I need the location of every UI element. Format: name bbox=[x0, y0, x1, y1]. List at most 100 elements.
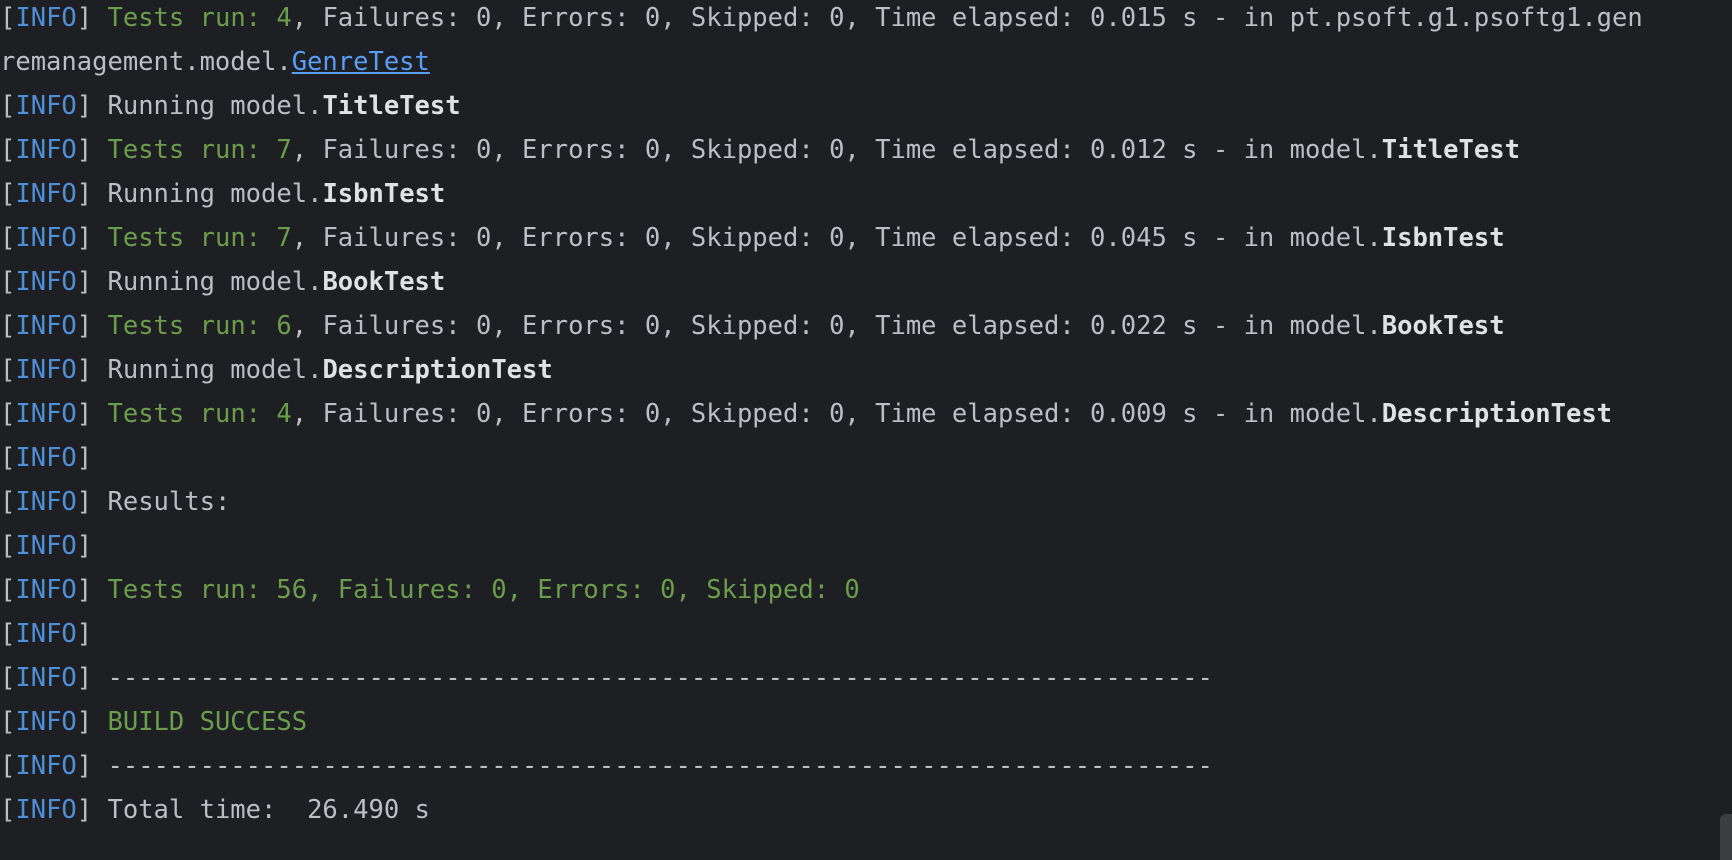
info-tag: INFO bbox=[15, 795, 77, 825]
test-stats: , Failures: 0, Errors: 0, Skipped: 0, Ti… bbox=[291, 3, 1643, 33]
tag-open: [ bbox=[0, 179, 16, 209]
test-stats: , Failures: 0, Errors: 0, Skipped: 0, Ti… bbox=[291, 399, 1382, 429]
tag-open: [ bbox=[0, 135, 16, 165]
scrollbar-thumb[interactable] bbox=[1720, 814, 1732, 860]
tag-close: ] bbox=[76, 355, 93, 385]
tag-close: ] bbox=[76, 663, 93, 693]
info-tag: INFO bbox=[15, 223, 77, 253]
package-prefix: remanagement.model. bbox=[0, 47, 292, 77]
log-line: [INFO] Tests run: 6, Failures: 0, Errors… bbox=[0, 308, 1732, 352]
tag-close: ] bbox=[76, 399, 93, 429]
tests-run-count: Tests run: 4 bbox=[107, 399, 292, 429]
log-line: [INFO] Tests run: 56, Failures: 0, Error… bbox=[0, 572, 1732, 616]
running-prefix: Running model. bbox=[92, 355, 323, 385]
log-line: [INFO] BUILD SUCCESS bbox=[0, 704, 1732, 748]
tag-close: ] bbox=[76, 443, 93, 473]
tag-open: [ bbox=[0, 267, 16, 297]
tag-close: ] bbox=[76, 267, 93, 297]
info-tag: INFO bbox=[15, 91, 77, 121]
log-line: [INFO] Running model.DescriptionTest bbox=[0, 352, 1732, 396]
test-class-name: TitleTest bbox=[322, 91, 461, 121]
test-class-name: DescriptionTest bbox=[1381, 399, 1613, 429]
tag-close: ] bbox=[76, 487, 93, 517]
tag-close: ] bbox=[76, 575, 93, 605]
info-tag: INFO bbox=[15, 267, 77, 297]
tag-close: ] bbox=[76, 795, 93, 825]
tag-open: [ bbox=[0, 311, 16, 341]
tag-open: [ bbox=[0, 531, 16, 561]
tag-close: ] bbox=[76, 751, 93, 781]
tests-summary: Tests run: 56, Failures: 0, Errors: 0, S… bbox=[92, 575, 860, 605]
test-class-name: TitleTest bbox=[1381, 135, 1520, 165]
tag-open: [ bbox=[0, 3, 16, 33]
log-line: [INFO] Tests run: 7, Failures: 0, Errors… bbox=[0, 132, 1732, 176]
info-tag: INFO bbox=[15, 575, 77, 605]
test-stats: , Failures: 0, Errors: 0, Skipped: 0, Ti… bbox=[291, 135, 1382, 165]
running-prefix: Running model. bbox=[92, 267, 323, 297]
test-class-name: DescriptionTest bbox=[322, 355, 553, 385]
info-tag: INFO bbox=[15, 619, 77, 649]
tag-open: [ bbox=[0, 487, 16, 517]
log-line: [INFO] ---------------------------------… bbox=[0, 660, 1732, 704]
console-output[interactable]: [INFO] Tests run: 4, Failures: 0, Errors… bbox=[0, 0, 1732, 860]
info-tag: INFO bbox=[15, 399, 77, 429]
info-tag: INFO bbox=[15, 487, 77, 517]
running-prefix: Running model. bbox=[92, 91, 323, 121]
info-tag: INFO bbox=[15, 443, 77, 473]
tag-open: [ bbox=[0, 795, 16, 825]
tag-open: [ bbox=[0, 663, 16, 693]
tag-close: ] bbox=[76, 531, 93, 561]
tag-open: [ bbox=[0, 355, 16, 385]
info-tag: INFO bbox=[15, 179, 77, 209]
test-class-name: IsbnTest bbox=[1381, 223, 1505, 253]
log-line: [INFO] Tests run: 4, Failures: 0, Errors… bbox=[0, 0, 1732, 44]
log-line: [INFO] Total time: 26.490 s bbox=[0, 792, 1732, 836]
tag-close: ] bbox=[76, 3, 93, 33]
info-tag: INFO bbox=[15, 135, 77, 165]
tag-close: ] bbox=[76, 91, 93, 121]
build-status: BUILD SUCCESS bbox=[92, 707, 308, 737]
log-line: [INFO] Running model.TitleTest bbox=[0, 88, 1732, 132]
total-time: Total time: 26.490 s bbox=[92, 795, 430, 825]
tag-close: ] bbox=[76, 223, 93, 253]
test-class-name: IsbnTest bbox=[322, 179, 446, 209]
log-line-empty: [INFO] bbox=[0, 616, 1732, 660]
tests-run-count: Tests run: 6 bbox=[107, 311, 292, 341]
test-class-name: BookTest bbox=[1381, 311, 1505, 341]
separator: ----------------------------------------… bbox=[92, 663, 1213, 693]
tag-open: [ bbox=[0, 619, 16, 649]
log-line: [INFO] ---------------------------------… bbox=[0, 748, 1732, 792]
tag-close: ] bbox=[76, 135, 93, 165]
tag-close: ] bbox=[76, 707, 93, 737]
tag-close: ] bbox=[76, 311, 93, 341]
test-stats: , Failures: 0, Errors: 0, Skipped: 0, Ti… bbox=[291, 311, 1382, 341]
log-line: [INFO] Running model.BookTest bbox=[0, 264, 1732, 308]
running-prefix: Running model. bbox=[92, 179, 323, 209]
tag-open: [ bbox=[0, 707, 16, 737]
log-line: [INFO] Results: bbox=[0, 484, 1732, 528]
genre-test-link[interactable]: GenreTest bbox=[292, 47, 430, 77]
tag-open: [ bbox=[0, 751, 16, 781]
tag-open: [ bbox=[0, 443, 16, 473]
tests-run-count: Tests run: 7 bbox=[107, 223, 292, 253]
info-tag: INFO bbox=[15, 531, 77, 561]
tag-open: [ bbox=[0, 223, 16, 253]
tests-run-count: Tests run: 4 bbox=[107, 3, 292, 33]
separator: ----------------------------------------… bbox=[92, 751, 1213, 781]
tag-close: ] bbox=[76, 619, 93, 649]
tests-run-count: Tests run: 7 bbox=[107, 135, 292, 165]
log-line-wrap: remanagement.model.GenreTest bbox=[0, 44, 1732, 88]
log-line: [INFO] Tests run: 4, Failures: 0, Errors… bbox=[0, 396, 1732, 440]
tag-open: [ bbox=[0, 399, 16, 429]
tag-open: [ bbox=[0, 91, 16, 121]
tag-close: ] bbox=[76, 179, 93, 209]
info-tag: INFO bbox=[15, 355, 77, 385]
log-line-empty: [INFO] bbox=[0, 528, 1732, 572]
info-tag: INFO bbox=[15, 707, 77, 737]
log-line: [INFO] Running model.IsbnTest bbox=[0, 176, 1732, 220]
log-line: [INFO] Tests run: 7, Failures: 0, Errors… bbox=[0, 220, 1732, 264]
info-tag: INFO bbox=[15, 663, 77, 693]
info-tag: INFO bbox=[15, 751, 77, 781]
test-class-name: BookTest bbox=[322, 267, 446, 297]
info-tag: INFO bbox=[15, 311, 77, 341]
